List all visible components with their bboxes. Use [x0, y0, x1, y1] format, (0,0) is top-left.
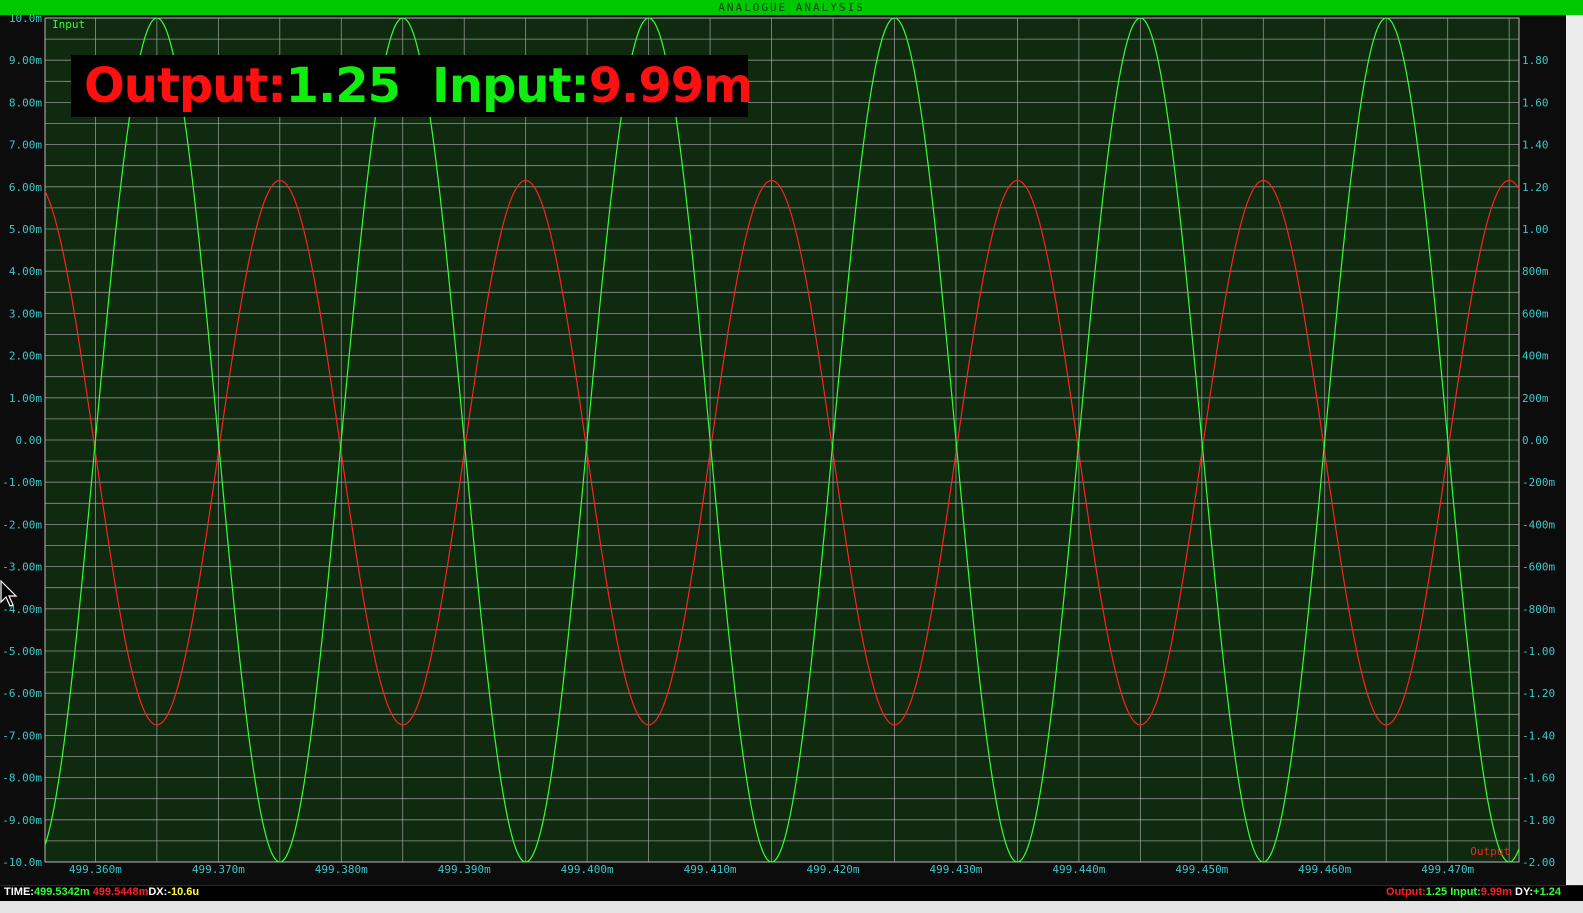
left-axis-ticks: 10.0m 9.00m 8.00m 7.00m 6.00m 5.00m 4.00m 3.00m…: [2, 15, 42, 869]
status-output-value: 1.25: [1425, 886, 1448, 898]
left-axis-tick-label: -7.00m: [2, 729, 42, 742]
mouse-pointer-icon: [0, 580, 18, 607]
value-readout-box: Output:1.25 Input:9.99m: [71, 55, 753, 117]
left-axis-tick-label: -2.00m: [2, 518, 42, 531]
x-axis-tick-label: 499.410m: [684, 863, 737, 876]
analogue-analysis-window: ANALOGUE ANALYSIS 10.0m 9.00m 8.00m 7.00m 6.…: [0, 0, 1583, 913]
left-axis-tick-label: -9.00m: [2, 814, 42, 827]
right-axis-tick-label: 200m: [1522, 392, 1549, 405]
right-axis-tick-label: -800m: [1522, 603, 1555, 616]
status-dx-label: DX:: [148, 886, 168, 898]
x-axis-tick-label: 499.380m: [315, 863, 368, 876]
title-bar[interactable]: ANALOGUE ANALYSIS: [0, 0, 1583, 15]
status-dy-label: DY:: [1515, 886, 1534, 898]
status-time-cursor1: 499.5342m: [33, 886, 90, 898]
left-axis-tick-label: 10.0m: [9, 15, 42, 25]
x-axis-tick-label: 499.420m: [807, 863, 860, 876]
status-input-label: Input:: [1450, 886, 1481, 898]
left-axis-tick-label: -10.0m: [2, 856, 42, 869]
right-axis-tick-label: 1.20: [1522, 181, 1549, 194]
window-title: ANALOGUE ANALYSIS: [718, 1, 865, 14]
right-axis-tick-label: -2.00: [1522, 856, 1555, 869]
readout-output-label: Output:: [84, 58, 286, 114]
left-axis-tick-label: 6.00m: [9, 181, 42, 194]
right-axis-tick-label: 1.60: [1522, 96, 1549, 109]
right-axis-tick-label: -400m: [1522, 518, 1555, 531]
right-axis-tick-label: 1.40: [1522, 139, 1549, 152]
left-axis-tick-label: -1.00m: [2, 476, 42, 489]
x-axis-tick-label: 499.390m: [438, 863, 491, 876]
right-axis-tick-label: -1.80: [1522, 814, 1555, 827]
left-axis-tick-label: -3.00m: [2, 561, 42, 574]
right-axis-tick-label: -600m: [1522, 561, 1555, 574]
left-axis-tick-label: 7.00m: [9, 139, 42, 152]
left-axis-tick-label: -5.00m: [2, 645, 42, 658]
right-axis-tick-label: -1.00: [1522, 645, 1555, 658]
grid-lines: [44, 17, 1520, 863]
x-axis-tick-label: 499.470m: [1421, 863, 1474, 876]
left-axis-tick-label: 3.00m: [9, 307, 42, 320]
right-axis-tick-label: 600m: [1522, 307, 1549, 320]
status-input-value: 9.99m: [1480, 886, 1512, 898]
left-axis-tick-label: 8.00m: [9, 96, 42, 109]
status-time-label: TIME:: [4, 886, 34, 898]
x-axis-tick-label: 499.460m: [1298, 863, 1351, 876]
left-axis-tick-label: 2.00m: [9, 350, 42, 363]
right-axis-tick-label: 1.00: [1522, 223, 1549, 236]
readout-output-value: 1.25: [286, 58, 400, 114]
status-dy-value: +1.24: [1533, 886, 1561, 898]
x-axis-ticks: 499.360m 499.370m 499.380m 499.390m 499.400m…: [69, 863, 1475, 876]
right-axis-tick-label: -1.20: [1522, 687, 1555, 700]
right-axis-tick-label: -1.60: [1522, 772, 1555, 785]
x-axis-tick-label: 499.440m: [1052, 863, 1105, 876]
left-axis-tick-label: 1.00m: [9, 392, 42, 405]
right-axis-tick-label: 400m: [1522, 350, 1549, 363]
right-axis-tick-label: 800m: [1522, 265, 1549, 278]
left-axis-tick-label: -8.00m: [2, 772, 42, 785]
right-axis-tick-label: -200m: [1522, 476, 1555, 489]
readout-input-label: Input:: [432, 58, 589, 114]
left-axis-tick-label: 4.00m: [9, 265, 42, 278]
left-axis-tick-label: 9.00m: [9, 54, 42, 67]
right-axis-tick-label: 0.00: [1522, 434, 1549, 447]
status-output-label: Output:: [1386, 886, 1426, 898]
status-bottom-strip: [0, 901, 1583, 913]
x-axis-tick-label: 499.430m: [929, 863, 982, 876]
status-bar: TIME:499.5342m 499.5448mDX:-10.6u Output…: [0, 885, 1583, 913]
status-time-readout: TIME:499.5342m 499.5448mDX:-10.6u: [4, 886, 199, 899]
right-axis-tick-label: -1.40: [1522, 729, 1555, 742]
x-axis-tick-label: 499.400m: [561, 863, 614, 876]
right-axis-ticks: 1.80 1.60 1.40 1.20 1.00 800m 600m 400m 200m 0.00…: [1522, 54, 1555, 869]
right-axis-tick-label: 1.80: [1522, 54, 1549, 67]
left-axis-tick-label: -6.00m: [2, 687, 42, 700]
left-axis-tick-label: 0.00: [16, 434, 43, 447]
x-axis-tick-label: 499.370m: [192, 863, 245, 876]
status-time-cursor2: 499.5448m: [92, 886, 149, 898]
status-value-readout: Output:1.25 Input:9.99m DY:+1.24: [1386, 886, 1561, 899]
readout-input-value: 9.99m: [589, 58, 752, 114]
input-trace-label[interactable]: Input: [52, 18, 85, 31]
right-edge-strip: [1566, 15, 1583, 885]
left-axis-tick-label: 5.00m: [9, 223, 42, 236]
x-axis-tick-label: 499.360m: [69, 863, 122, 876]
status-dx-value: -10.6u: [167, 886, 200, 898]
graph-plot[interactable]: 10.0m 9.00m 8.00m 7.00m 6.00m 5.00m 4.00m 3.00m…: [0, 15, 1566, 885]
output-trace-label[interactable]: Output: [1470, 845, 1510, 858]
x-axis-tick-label: 499.450m: [1175, 863, 1228, 876]
